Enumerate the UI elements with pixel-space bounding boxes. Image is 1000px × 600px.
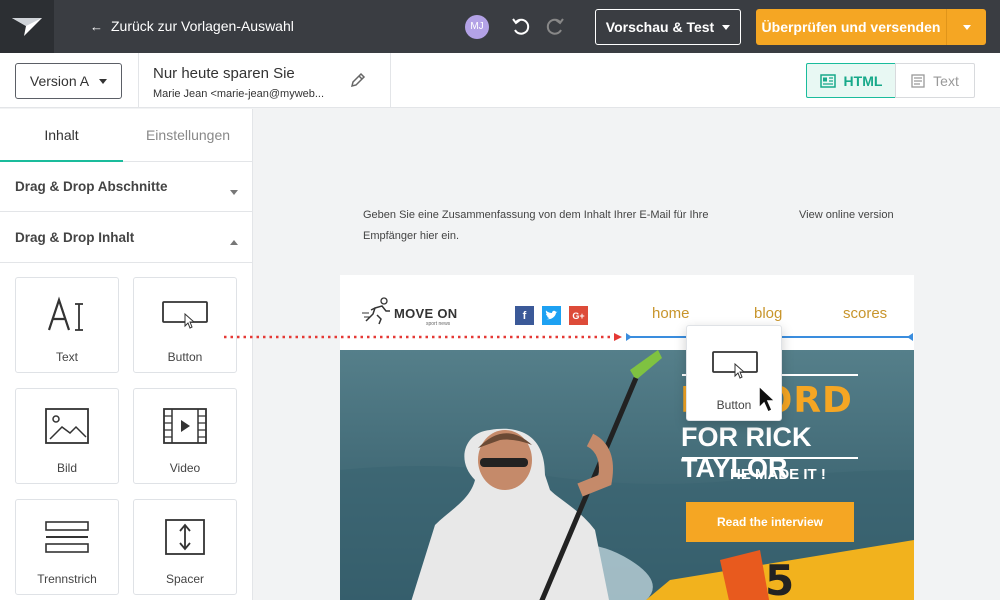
block-label: Text bbox=[55, 350, 78, 364]
version-label: Version A bbox=[29, 73, 90, 89]
email-subject: Nur heute sparen Sie bbox=[153, 65, 295, 82]
svg-text:5: 5 bbox=[765, 556, 794, 600]
twitter-icon[interactable] bbox=[542, 306, 561, 325]
tab-content[interactable]: Inhalt bbox=[0, 109, 123, 162]
html-layout-icon bbox=[819, 73, 836, 88]
block-text[interactable]: Text bbox=[15, 277, 119, 373]
version-select[interactable]: Version A bbox=[15, 63, 122, 99]
image-icon bbox=[45, 408, 89, 444]
content-sidebar: Inhalt Einstellungen Drag & Drop Abschni… bbox=[0, 109, 253, 600]
campaign-header: Version A Nur heute sparen Sie Marie Jea… bbox=[0, 53, 1000, 108]
block-button[interactable]: Button bbox=[133, 277, 237, 373]
chevron-down-icon bbox=[722, 24, 731, 30]
divider-icon bbox=[45, 521, 89, 553]
paper-plane-logo-icon bbox=[12, 18, 42, 36]
preheader-text[interactable]: Geben Sie eine Zusammenfassung von dem I… bbox=[363, 205, 723, 247]
email-editor-canvas: Geben Sie eine Zusammenfassung von dem I… bbox=[254, 109, 1000, 600]
block-label: Button bbox=[167, 350, 203, 364]
send-options-dropdown[interactable] bbox=[946, 9, 986, 45]
view-online-link[interactable]: View online version bbox=[799, 205, 894, 226]
brand-tagline: sport news bbox=[426, 321, 451, 327]
hero-subtitle: HE MADE IT ! bbox=[730, 466, 826, 483]
button-icon bbox=[162, 301, 208, 329]
hero-image-section[interactable]: 5 RECORD FOR RICK TAYLOR HE MADE IT ! Re… bbox=[340, 350, 914, 600]
email-sender: Marie Jean <marie-jean@myweb... bbox=[153, 88, 325, 100]
read-interview-button[interactable]: Read the interview bbox=[686, 502, 854, 542]
mode-html-toggle[interactable]: HTML bbox=[806, 63, 896, 98]
chevron-down-icon bbox=[962, 24, 971, 30]
hero-rule-bottom bbox=[682, 457, 858, 459]
chevron-down-icon bbox=[230, 183, 238, 198]
google-plus-icon[interactable]: G+ bbox=[569, 306, 588, 325]
spacer-icon bbox=[165, 519, 205, 555]
facebook-icon[interactable]: f bbox=[515, 306, 534, 325]
drag-path-arrow bbox=[224, 333, 622, 341]
redo-icon[interactable] bbox=[544, 15, 566, 37]
mode-html-label: HTML bbox=[843, 72, 883, 89]
email-body: MOVE ON sport news f G+ home blog scores bbox=[340, 275, 914, 600]
block-label: Spacer bbox=[165, 572, 205, 586]
back-label: Zurück zur Vorlagen-Auswahl bbox=[111, 18, 294, 34]
block-label: Trennstrich bbox=[37, 572, 97, 586]
mode-text-label: Text bbox=[933, 72, 959, 89]
block-divider[interactable]: Trennstrich bbox=[15, 499, 119, 595]
section-drag-drop-content[interactable]: Drag & Drop Inhalt bbox=[0, 213, 253, 263]
video-icon bbox=[163, 408, 207, 444]
block-label: Video bbox=[169, 461, 201, 475]
app-logo[interactable] bbox=[0, 0, 54, 53]
block-spacer[interactable]: Spacer bbox=[133, 499, 237, 595]
text-icon bbox=[47, 296, 83, 331]
section-label: Drag & Drop Inhalt bbox=[15, 230, 135, 245]
text-document-icon bbox=[911, 73, 925, 88]
section-label: Drag & Drop Abschnitte bbox=[15, 179, 168, 194]
block-image[interactable]: Bild bbox=[15, 388, 119, 484]
top-bar: ← Zurück zur Vorlagen-Auswahl MJ Vorscha… bbox=[0, 0, 1000, 53]
block-label: Bild bbox=[56, 461, 77, 475]
brand-name: MOVE ON bbox=[394, 306, 458, 321]
block-video[interactable]: Video bbox=[133, 388, 237, 484]
subject-sender-panel[interactable]: Nur heute sparen Sie Marie Jean <marie-j… bbox=[138, 53, 391, 107]
back-to-templates-link[interactable]: ← Zurück zur Vorlagen-Auswahl bbox=[90, 18, 294, 34]
preview-label: Vorschau & Test bbox=[605, 19, 715, 35]
tab-settings[interactable]: Einstellungen bbox=[123, 109, 253, 162]
nav-scores-link[interactable]: scores bbox=[843, 305, 887, 322]
nav-blog-link[interactable]: blog bbox=[754, 305, 782, 322]
avatar[interactable]: MJ bbox=[465, 15, 489, 39]
mouse-cursor-icon bbox=[758, 384, 777, 414]
twitter-bird-icon bbox=[545, 310, 558, 320]
pencil-icon[interactable] bbox=[349, 71, 367, 89]
section-drag-drop-sections[interactable]: Drag & Drop Abschnitte bbox=[0, 162, 253, 212]
nav-home-link[interactable]: home bbox=[652, 305, 690, 322]
drop-indicator-right bbox=[907, 333, 913, 341]
chevron-down-icon bbox=[99, 78, 108, 84]
preview-test-button[interactable]: Vorschau & Test bbox=[595, 9, 741, 45]
undo-icon[interactable] bbox=[510, 15, 532, 37]
chevron-up-icon bbox=[230, 233, 238, 248]
runner-logo-icon bbox=[362, 297, 390, 325]
review-send-button[interactable]: Überprüfen und versenden bbox=[756, 9, 946, 45]
mode-text-toggle[interactable]: Text bbox=[895, 63, 975, 98]
arrow-left-icon: ← bbox=[90, 18, 103, 34]
button-icon bbox=[712, 351, 758, 379]
